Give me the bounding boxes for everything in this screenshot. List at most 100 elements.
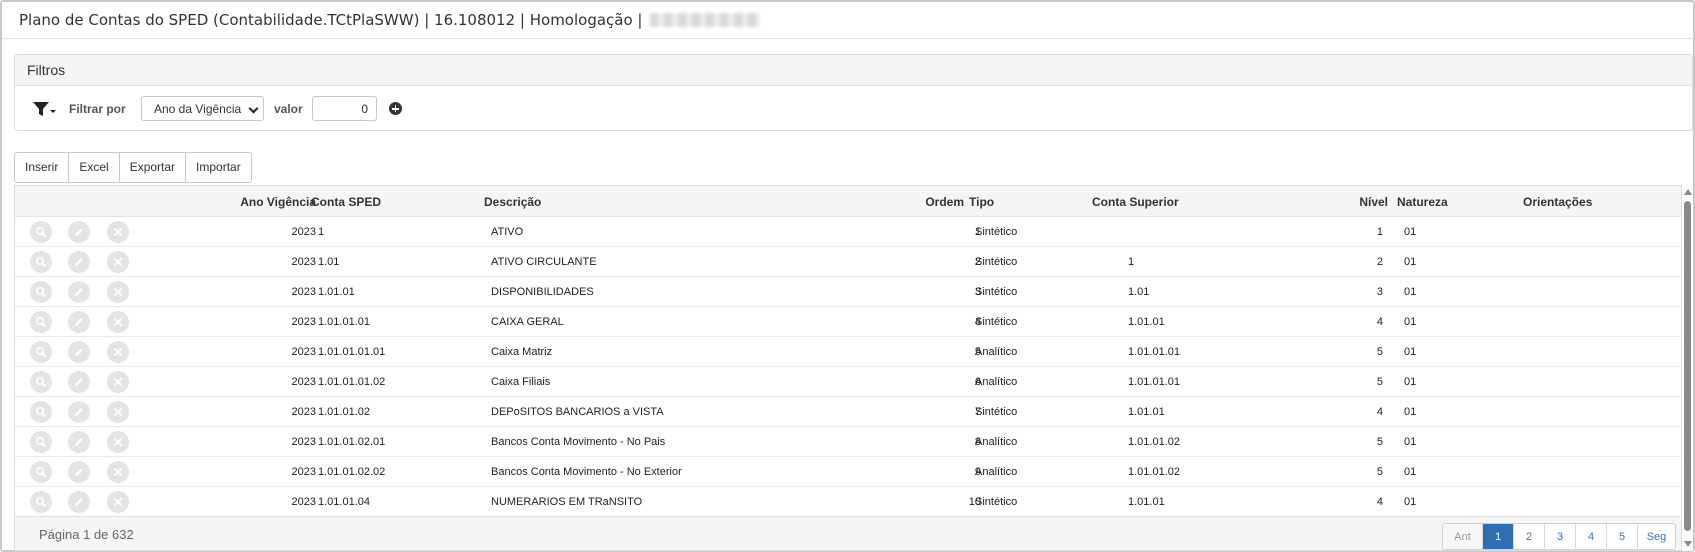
toolbar: Inserir Excel Exportar Importar <box>14 152 252 183</box>
cell-natureza: 01 <box>1404 496 1417 508</box>
table-row[interactable]: 2023 1.01.01.02.01 Bancos Conta Movimento … <box>15 427 1681 457</box>
search-icon[interactable] <box>30 251 52 273</box>
delete-x-icon[interactable] <box>107 431 129 453</box>
cell-ano: 2023 <box>291 286 316 298</box>
pager-next-button[interactable]: Seg <box>1638 524 1675 549</box>
cell-conta: 1.01.01.02 <box>318 406 370 418</box>
cell-descricao: Caixa Matriz <box>491 346 553 358</box>
pager-page-2[interactable]: 2 <box>1514 524 1545 549</box>
column-header-conta[interactable]: Conta SPED <box>311 195 381 209</box>
table-row[interactable]: 2023 1.01 ATIVO CIRCULANTE 2 Sintético 1 2 01 <box>15 247 1681 277</box>
import-button[interactable]: Importar <box>186 153 251 182</box>
cell-superior: 1.01.01 <box>1128 406 1165 418</box>
edit-pencil-icon[interactable] <box>68 341 90 363</box>
table-row[interactable]: 2023 1.01.01 DISPONIBILIDADES 3 Sintético 1.0… <box>15 277 1681 307</box>
cell-natureza: 01 <box>1404 406 1417 418</box>
accounts-grid: Ano Vigência Conta SPED Descrição Ordem … <box>14 185 1682 551</box>
search-icon[interactable] <box>30 491 52 513</box>
delete-x-icon[interactable] <box>107 341 129 363</box>
cell-descricao: Bancos Conta Movimento - No Exterior <box>491 466 682 478</box>
plus-circle-icon[interactable] <box>389 102 402 115</box>
table-row[interactable]: 2023 1.01.01.01.01 Caixa Matriz 5 Analítico 1… <box>15 337 1681 367</box>
filter-value-input[interactable]: 0 <box>312 96 377 121</box>
edit-pencil-icon[interactable] <box>68 431 90 453</box>
search-icon[interactable] <box>30 221 52 243</box>
delete-x-icon[interactable] <box>107 281 129 303</box>
column-header-superior[interactable]: Conta Superior <box>1092 195 1179 209</box>
value-label: valor <box>274 102 303 116</box>
table-row[interactable]: 2023 1.01.01.01.02 Caixa Filiais 6 Analítico… <box>15 367 1681 397</box>
pager-page-4[interactable]: 4 <box>1576 524 1607 549</box>
cell-tipo: Sintético <box>975 226 1018 238</box>
edit-pencil-icon[interactable] <box>68 491 90 513</box>
edit-pencil-icon[interactable] <box>68 461 90 483</box>
delete-x-icon[interactable] <box>107 311 129 333</box>
delete-x-icon[interactable] <box>107 251 129 273</box>
delete-x-icon[interactable] <box>107 221 129 243</box>
cell-superior: 1.01.01.02 <box>1128 436 1180 448</box>
table-row[interactable]: 2023 1.01.01.02 DEPoSITOS BANCARIOS a VIST… <box>15 397 1681 427</box>
cell-tipo: Analítico <box>975 376 1018 388</box>
filter-funnel-icon[interactable] <box>31 99 57 119</box>
edit-pencil-icon[interactable] <box>68 401 90 423</box>
search-icon[interactable] <box>30 371 52 393</box>
pager-page-3[interactable]: 3 <box>1545 524 1576 549</box>
insert-button[interactable]: Inserir <box>15 153 70 182</box>
cell-ano: 2023 <box>291 496 316 508</box>
cell-superior: 1.01.01 <box>1128 316 1165 328</box>
scrollbar-thumb[interactable] <box>1684 201 1691 531</box>
column-header-tipo[interactable]: Tipo <box>969 195 994 209</box>
edit-pencil-icon[interactable] <box>68 311 90 333</box>
column-header-descricao[interactable]: Descrição <box>484 195 541 209</box>
cell-ano: 2023 <box>291 316 316 328</box>
table-row[interactable]: 2023 1 ATIVO 1 Sintético 1 01 <box>15 217 1681 247</box>
cell-descricao: DISPONIBILIDADES <box>491 286 594 298</box>
delete-x-icon[interactable] <box>107 401 129 423</box>
edit-pencil-icon[interactable] <box>68 371 90 393</box>
search-icon[interactable] <box>30 461 52 483</box>
scroll-up-icon[interactable] <box>1684 189 1692 195</box>
search-icon[interactable] <box>30 401 52 423</box>
pagination: Ant 1 2 3 4 5 Seg <box>1442 523 1676 550</box>
search-icon[interactable] <box>30 431 52 453</box>
cell-ano: 2023 <box>291 406 316 418</box>
column-header-ordem[interactable]: Ordem <box>925 195 964 209</box>
cell-descricao: ATIVO <box>491 226 524 238</box>
delete-x-icon[interactable] <box>107 371 129 393</box>
filter-field-select[interactable]: Ano da Vigência <box>141 96 264 121</box>
edit-pencil-icon[interactable] <box>68 281 90 303</box>
search-icon[interactable] <box>30 281 52 303</box>
vertical-scrollbar[interactable] <box>1682 185 1693 551</box>
table-row[interactable]: 2023 1.01.01.04 NUMERARIOS EM TRaNSITO 10 Si… <box>15 487 1681 517</box>
cell-superior: 1.01.01 <box>1128 496 1165 508</box>
column-header-ano[interactable]: Ano Vigência <box>240 195 316 209</box>
cell-tipo: Sintético <box>975 496 1018 508</box>
search-icon[interactable] <box>30 341 52 363</box>
cell-natureza: 01 <box>1404 316 1417 328</box>
scroll-down-icon[interactable] <box>1684 541 1692 547</box>
cell-tipo: Sintético <box>975 316 1018 328</box>
cell-nivel: 1 <box>1376 226 1383 238</box>
table-row[interactable]: 2023 1.01.01.01 CAIXA GERAL 4 Sintético 1.01.… <box>15 307 1681 337</box>
filter-by-label: Filtrar por <box>69 102 126 116</box>
search-icon[interactable] <box>30 311 52 333</box>
column-header-natureza[interactable]: Natureza <box>1397 195 1448 209</box>
pager-page-1[interactable]: 1 <box>1483 524 1514 549</box>
cell-nivel: 3 <box>1376 286 1383 298</box>
excel-button[interactable]: Excel <box>69 153 120 182</box>
cell-conta: 1.01.01.01 <box>318 316 370 328</box>
edit-pencil-icon[interactable] <box>68 251 90 273</box>
edit-pencil-icon[interactable] <box>68 221 90 243</box>
cell-conta: 1.01.01.01.01 <box>318 346 386 358</box>
column-header-nivel[interactable]: Nível <box>1359 195 1388 209</box>
export-button[interactable]: Exportar <box>120 153 187 182</box>
pager-page-5[interactable]: 5 <box>1607 524 1638 549</box>
cell-descricao: CAIXA GERAL <box>491 316 564 328</box>
cell-natureza: 01 <box>1404 346 1417 358</box>
delete-x-icon[interactable] <box>107 491 129 513</box>
delete-x-icon[interactable] <box>107 461 129 483</box>
cell-nivel: 5 <box>1376 346 1383 358</box>
column-header-orientacoes[interactable]: Orientações <box>1523 195 1592 209</box>
cell-ano: 2023 <box>291 466 316 478</box>
table-row[interactable]: 2023 1.01.01.02.02 Bancos Conta Movimento … <box>15 457 1681 487</box>
